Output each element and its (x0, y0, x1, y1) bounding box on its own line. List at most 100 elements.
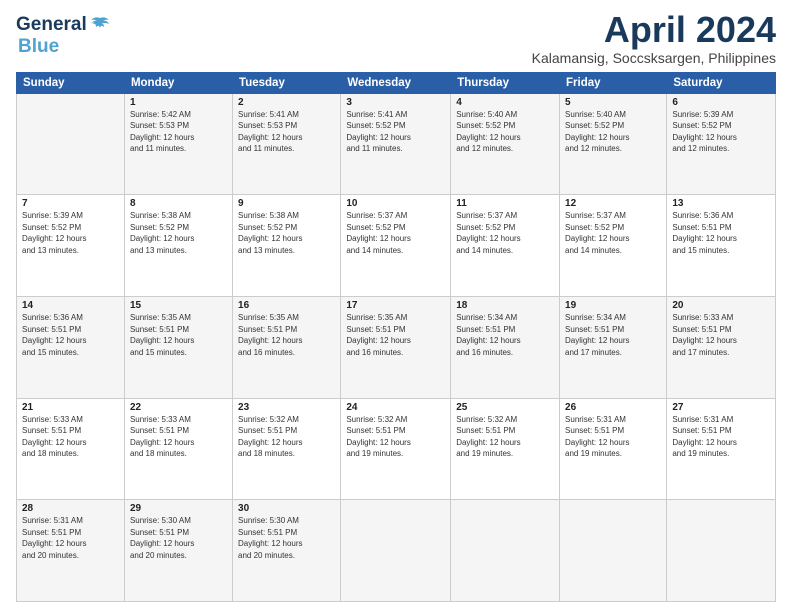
calendar-cell: 15Sunrise: 5:35 AM Sunset: 5:51 PM Dayli… (124, 296, 232, 398)
calendar-cell: 23Sunrise: 5:32 AM Sunset: 5:51 PM Dayli… (233, 398, 341, 500)
calendar-cell: 26Sunrise: 5:31 AM Sunset: 5:51 PM Dayli… (560, 398, 667, 500)
calendar-cell: 1Sunrise: 5:42 AM Sunset: 5:53 PM Daylig… (124, 93, 232, 195)
day-info: Sunrise: 5:37 AM Sunset: 5:52 PM Dayligh… (456, 210, 554, 256)
day-number: 8 (130, 198, 227, 209)
calendar-cell: 25Sunrise: 5:32 AM Sunset: 5:51 PM Dayli… (451, 398, 560, 500)
day-number: 24 (346, 402, 445, 413)
calendar-cell: 11Sunrise: 5:37 AM Sunset: 5:52 PM Dayli… (451, 195, 560, 297)
day-info: Sunrise: 5:36 AM Sunset: 5:51 PM Dayligh… (672, 210, 770, 256)
day-number: 30 (238, 503, 335, 514)
calendar-cell: 22Sunrise: 5:33 AM Sunset: 5:51 PM Dayli… (124, 398, 232, 500)
calendar-cell (341, 500, 451, 602)
day-number: 14 (22, 300, 119, 311)
calendar-cell: 17Sunrise: 5:35 AM Sunset: 5:51 PM Dayli… (341, 296, 451, 398)
day-number: 19 (565, 300, 661, 311)
day-info: Sunrise: 5:34 AM Sunset: 5:51 PM Dayligh… (565, 312, 661, 358)
calendar-cell: 8Sunrise: 5:38 AM Sunset: 5:52 PM Daylig… (124, 195, 232, 297)
day-info: Sunrise: 5:35 AM Sunset: 5:51 PM Dayligh… (346, 312, 445, 358)
weekday-header-tuesday: Tuesday (233, 72, 341, 93)
calendar-cell: 16Sunrise: 5:35 AM Sunset: 5:51 PM Dayli… (233, 296, 341, 398)
week-row-4: 21Sunrise: 5:33 AM Sunset: 5:51 PM Dayli… (17, 398, 776, 500)
day-info: Sunrise: 5:37 AM Sunset: 5:52 PM Dayligh… (346, 210, 445, 256)
day-info: Sunrise: 5:35 AM Sunset: 5:51 PM Dayligh… (130, 312, 227, 358)
calendar-cell: 24Sunrise: 5:32 AM Sunset: 5:51 PM Dayli… (341, 398, 451, 500)
day-info: Sunrise: 5:41 AM Sunset: 5:53 PM Dayligh… (238, 109, 335, 155)
calendar-cell: 3Sunrise: 5:41 AM Sunset: 5:52 PM Daylig… (341, 93, 451, 195)
day-number: 16 (238, 300, 335, 311)
week-row-3: 14Sunrise: 5:36 AM Sunset: 5:51 PM Dayli… (17, 296, 776, 398)
calendar-cell (560, 500, 667, 602)
calendar-cell: 18Sunrise: 5:34 AM Sunset: 5:51 PM Dayli… (451, 296, 560, 398)
day-number: 26 (565, 402, 661, 413)
weekday-header-sunday: Sunday (17, 72, 125, 93)
day-info: Sunrise: 5:34 AM Sunset: 5:51 PM Dayligh… (456, 312, 554, 358)
weekday-header-thursday: Thursday (451, 72, 560, 93)
day-info: Sunrise: 5:32 AM Sunset: 5:51 PM Dayligh… (238, 414, 335, 460)
day-number: 22 (130, 402, 227, 413)
day-info: Sunrise: 5:42 AM Sunset: 5:53 PM Dayligh… (130, 109, 227, 155)
calendar-cell: 9Sunrise: 5:38 AM Sunset: 5:52 PM Daylig… (233, 195, 341, 297)
calendar-cell: 27Sunrise: 5:31 AM Sunset: 5:51 PM Dayli… (667, 398, 776, 500)
day-number: 7 (22, 198, 119, 209)
day-number: 1 (130, 97, 227, 108)
calendar-cell (667, 500, 776, 602)
calendar-cell: 12Sunrise: 5:37 AM Sunset: 5:52 PM Dayli… (560, 195, 667, 297)
day-number: 4 (456, 97, 554, 108)
day-info: Sunrise: 5:38 AM Sunset: 5:52 PM Dayligh… (238, 210, 335, 256)
calendar-cell: 28Sunrise: 5:31 AM Sunset: 5:51 PM Dayli… (17, 500, 125, 602)
calendar-cell: 7Sunrise: 5:39 AM Sunset: 5:52 PM Daylig… (17, 195, 125, 297)
day-info: Sunrise: 5:33 AM Sunset: 5:51 PM Dayligh… (672, 312, 770, 358)
day-number: 25 (456, 402, 554, 413)
day-number: 9 (238, 198, 335, 209)
day-number: 6 (672, 97, 770, 108)
header: General Blue April 2024 Kalamansig, Socc… (16, 10, 776, 66)
day-number: 17 (346, 300, 445, 311)
subtitle: Kalamansig, Soccsksargen, Philippines (532, 50, 776, 66)
logo-bird-icon (89, 14, 111, 36)
calendar-table: SundayMondayTuesdayWednesdayThursdayFrid… (16, 72, 776, 602)
calendar-cell: 13Sunrise: 5:36 AM Sunset: 5:51 PM Dayli… (667, 195, 776, 297)
day-info: Sunrise: 5:41 AM Sunset: 5:52 PM Dayligh… (346, 109, 445, 155)
calendar-cell: 19Sunrise: 5:34 AM Sunset: 5:51 PM Dayli… (560, 296, 667, 398)
logo-general: General (16, 14, 87, 36)
calendar-cell: 2Sunrise: 5:41 AM Sunset: 5:53 PM Daylig… (233, 93, 341, 195)
weekday-header-wednesday: Wednesday (341, 72, 451, 93)
day-info: Sunrise: 5:30 AM Sunset: 5:51 PM Dayligh… (238, 515, 335, 561)
week-row-5: 28Sunrise: 5:31 AM Sunset: 5:51 PM Dayli… (17, 500, 776, 602)
day-info: Sunrise: 5:33 AM Sunset: 5:51 PM Dayligh… (130, 414, 227, 460)
day-number: 2 (238, 97, 335, 108)
day-number: 23 (238, 402, 335, 413)
weekday-header-row: SundayMondayTuesdayWednesdayThursdayFrid… (17, 72, 776, 93)
day-info: Sunrise: 5:31 AM Sunset: 5:51 PM Dayligh… (565, 414, 661, 460)
calendar-cell: 29Sunrise: 5:30 AM Sunset: 5:51 PM Dayli… (124, 500, 232, 602)
page: General Blue April 2024 Kalamansig, Socc… (0, 0, 792, 612)
title-area: April 2024 Kalamansig, Soccsksargen, Phi… (532, 10, 776, 66)
day-number: 5 (565, 97, 661, 108)
day-info: Sunrise: 5:31 AM Sunset: 5:51 PM Dayligh… (672, 414, 770, 460)
calendar-cell: 6Sunrise: 5:39 AM Sunset: 5:52 PM Daylig… (667, 93, 776, 195)
day-number: 11 (456, 198, 554, 209)
day-number: 15 (130, 300, 227, 311)
day-info: Sunrise: 5:35 AM Sunset: 5:51 PM Dayligh… (238, 312, 335, 358)
calendar-cell: 4Sunrise: 5:40 AM Sunset: 5:52 PM Daylig… (451, 93, 560, 195)
day-number: 27 (672, 402, 770, 413)
logo: General Blue (16, 10, 111, 58)
day-info: Sunrise: 5:31 AM Sunset: 5:51 PM Dayligh… (22, 515, 119, 561)
day-info: Sunrise: 5:32 AM Sunset: 5:51 PM Dayligh… (456, 414, 554, 460)
calendar-cell (451, 500, 560, 602)
week-row-1: 1Sunrise: 5:42 AM Sunset: 5:53 PM Daylig… (17, 93, 776, 195)
day-info: Sunrise: 5:30 AM Sunset: 5:51 PM Dayligh… (130, 515, 227, 561)
calendar-cell: 30Sunrise: 5:30 AM Sunset: 5:51 PM Dayli… (233, 500, 341, 602)
calendar-cell: 5Sunrise: 5:40 AM Sunset: 5:52 PM Daylig… (560, 93, 667, 195)
day-number: 20 (672, 300, 770, 311)
day-number: 28 (22, 503, 119, 514)
calendar-cell: 20Sunrise: 5:33 AM Sunset: 5:51 PM Dayli… (667, 296, 776, 398)
main-title: April 2024 (532, 10, 776, 50)
day-info: Sunrise: 5:40 AM Sunset: 5:52 PM Dayligh… (565, 109, 661, 155)
week-row-2: 7Sunrise: 5:39 AM Sunset: 5:52 PM Daylig… (17, 195, 776, 297)
day-info: Sunrise: 5:40 AM Sunset: 5:52 PM Dayligh… (456, 109, 554, 155)
day-info: Sunrise: 5:39 AM Sunset: 5:52 PM Dayligh… (672, 109, 770, 155)
calendar-cell: 21Sunrise: 5:33 AM Sunset: 5:51 PM Dayli… (17, 398, 125, 500)
day-info: Sunrise: 5:33 AM Sunset: 5:51 PM Dayligh… (22, 414, 119, 460)
calendar-cell: 10Sunrise: 5:37 AM Sunset: 5:52 PM Dayli… (341, 195, 451, 297)
